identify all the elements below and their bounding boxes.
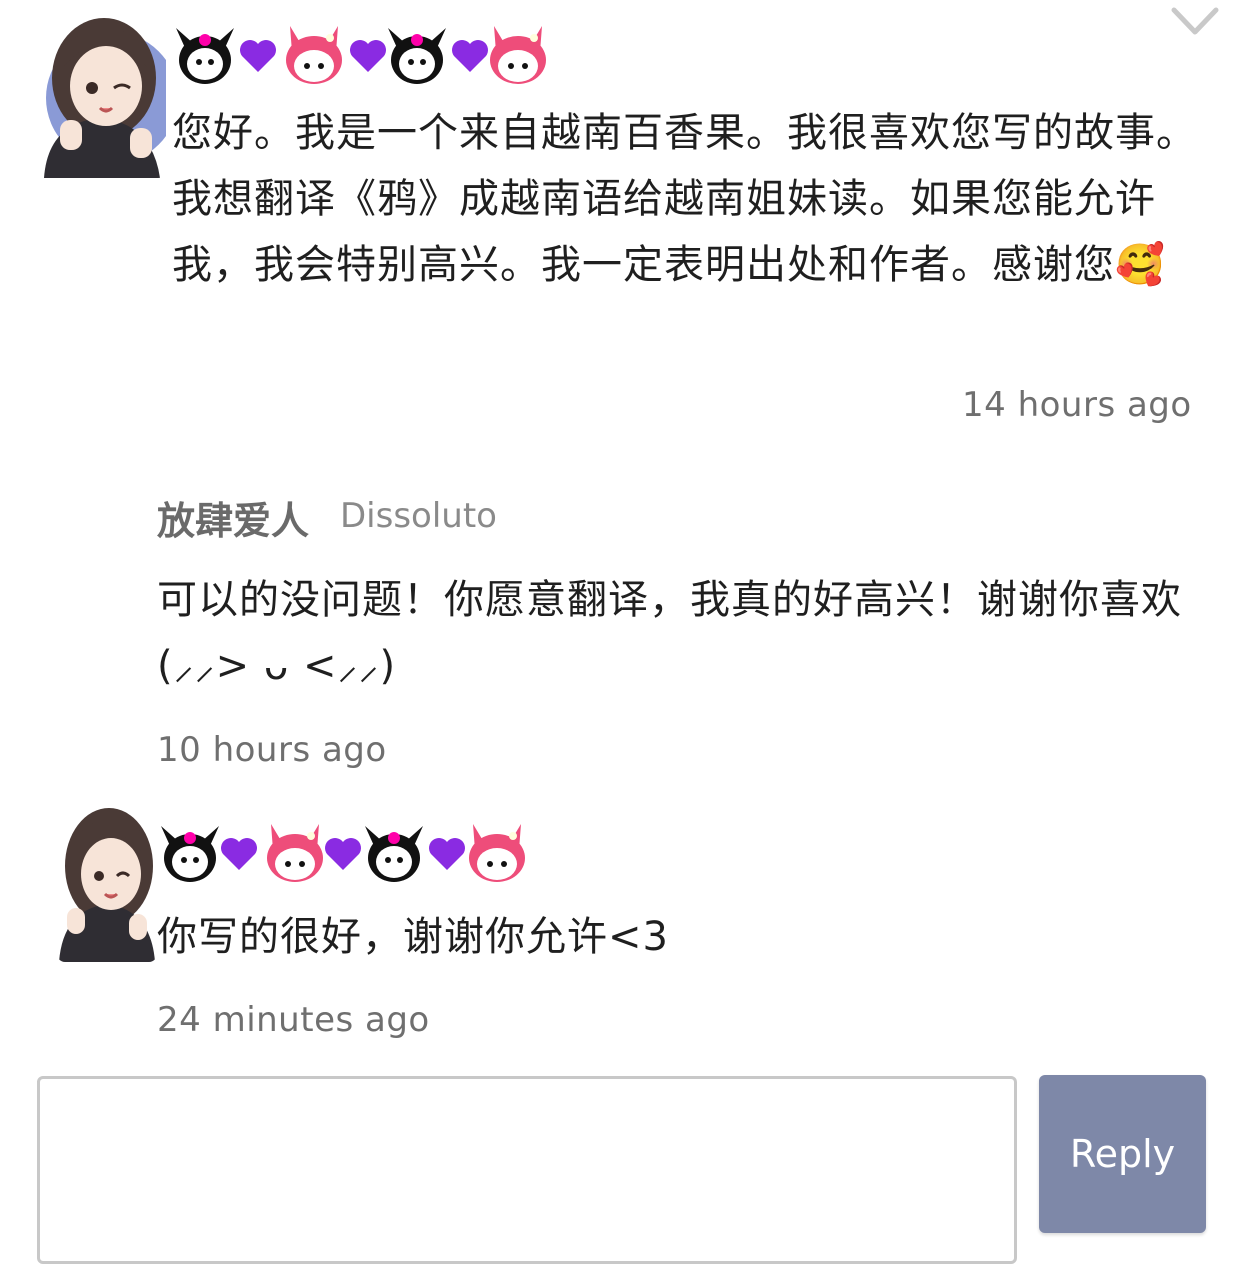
my-melody-icon [469, 824, 525, 882]
reply-button[interactable]: Reply [1039, 1075, 1206, 1233]
my-melody-icon [267, 824, 323, 882]
timestamp: 24 minutes ago [157, 1000, 430, 1040]
reply-input[interactable] [37, 1076, 1017, 1264]
chevron-down-icon[interactable] [1170, 4, 1220, 40]
username-emoji-strip[interactable] [172, 22, 552, 86]
timestamp: 10 hours ago [157, 730, 387, 770]
kuromi-icon [365, 826, 423, 882]
comment-text: 你写的很好，谢谢你允许<3 [157, 914, 669, 960]
my-melody-icon [286, 26, 342, 84]
kuromi-icon [161, 826, 219, 882]
purple-heart-icon [452, 40, 488, 72]
kuromi-icon [176, 28, 234, 84]
reply-author-handle: Dissoluto [340, 496, 497, 536]
username-emoji-strip[interactable] [157, 820, 537, 884]
purple-heart-icon [429, 838, 465, 870]
purple-heart-icon [240, 40, 276, 72]
purple-heart-icon [325, 838, 361, 870]
reply-author-name[interactable]: 放肆爱人 [157, 490, 309, 545]
avatar[interactable] [34, 8, 166, 178]
timestamp: 14 hours ago [962, 385, 1192, 425]
avatar[interactable] [57, 800, 157, 962]
reply-text: 可以的没问题！你愿意翻译，我真的好高兴！谢谢你喜欢(⸝⸝> ᴗ <⸝⸝) [157, 577, 1182, 689]
purple-heart-icon [350, 40, 386, 72]
purple-heart-icon [221, 838, 257, 870]
kuromi-icon [388, 28, 446, 84]
comment-text: 您好。我是一个来自越南百香果。我很喜欢您写的故事。我想翻译《鸦》成越南语给越南姐… [172, 110, 1197, 288]
my-melody-icon [490, 26, 546, 84]
